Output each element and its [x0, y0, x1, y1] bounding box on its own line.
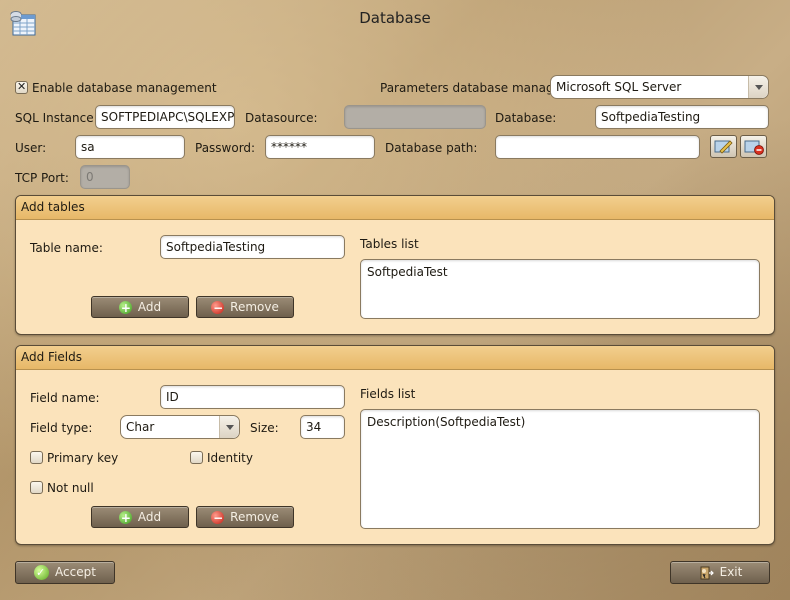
database-path-field[interactable]: [495, 135, 700, 159]
params-db-manager-value: Microsoft SQL Server: [556, 80, 682, 94]
clear-path-button[interactable]: [740, 135, 767, 158]
accept-button[interactable]: Accept: [15, 561, 115, 584]
not-null-checkbox[interactable]: [30, 481, 43, 494]
tcp-port-label: TCP Port:: [15, 171, 69, 185]
add-field-button[interactable]: Add: [91, 506, 189, 528]
browse-path-button[interactable]: [710, 135, 737, 158]
password-label: Password:: [195, 141, 256, 155]
add-table-button[interactable]: Add: [91, 296, 189, 318]
field-type-value: Char: [126, 420, 155, 434]
add-icon: [118, 298, 132, 318]
tcp-port-field[interactable]: 0: [80, 165, 130, 189]
fields-list[interactable]: Description(SoftpediaTest): [360, 409, 760, 529]
remove-icon: [211, 508, 225, 528]
add-tables-header: Add tables: [16, 196, 774, 220]
user-label: User:: [15, 141, 47, 155]
delete-path-icon: [744, 140, 764, 155]
not-null-label: Not null: [47, 481, 94, 495]
list-item[interactable]: Description(SoftpediaTest): [367, 415, 753, 429]
table-name-field[interactable]: SoftpediaTesting: [160, 235, 345, 259]
table-name-label: Table name:: [30, 241, 103, 255]
list-item[interactable]: SoftpediaTest: [367, 265, 753, 279]
database-path-label: Database path:: [385, 141, 478, 155]
primary-key-label: Primary key: [47, 451, 119, 465]
chevron-down-icon[interactable]: [748, 76, 768, 98]
identity-checkbox[interactable]: [190, 451, 203, 464]
add-field-button-label: Add: [137, 510, 162, 524]
datasource-label: Datasource:: [245, 111, 318, 125]
tables-list[interactable]: SoftpediaTest: [360, 259, 760, 319]
checkmark-icon: [34, 563, 50, 583]
remove-field-button-label: Remove: [230, 510, 279, 524]
window-title: Database: [359, 9, 431, 27]
exit-button[interactable]: Exit: [670, 561, 770, 584]
remove-icon: [211, 298, 225, 318]
password-field[interactable]: ******: [265, 135, 375, 159]
add-fields-header: Add Fields: [16, 346, 774, 370]
enable-db-management-checkbox[interactable]: [15, 80, 28, 94]
exit-door-icon: [700, 566, 714, 579]
fields-list-label: Fields list: [360, 387, 416, 401]
remove-field-button[interactable]: Remove: [196, 506, 294, 528]
field-type-select[interactable]: Char: [120, 415, 240, 439]
size-label: Size:: [250, 421, 279, 435]
edit-path-icon: [714, 140, 733, 154]
sql-instance-field[interactable]: SOFTPEDIAPC\SQLEXPRESS: [95, 105, 235, 129]
field-name-field[interactable]: ID: [160, 385, 345, 409]
accept-button-label: Accept: [55, 565, 96, 579]
sql-instance-label: SQL Instance:: [15, 111, 98, 125]
tables-list-label: Tables list: [360, 237, 419, 251]
size-field[interactable]: 34: [300, 415, 345, 439]
enable-db-management-label: Enable database management: [32, 81, 217, 95]
exit-button-label: Exit: [719, 565, 743, 579]
database-field[interactable]: SoftpediaTesting: [595, 105, 769, 129]
chevron-down-icon[interactable]: [219, 416, 239, 438]
database-label: Database:: [495, 111, 557, 125]
add-icon: [118, 508, 132, 528]
identity-label: Identity: [207, 451, 253, 465]
remove-table-button[interactable]: Remove: [196, 296, 294, 318]
remove-table-button-label: Remove: [230, 300, 279, 314]
primary-key-checkbox[interactable]: [30, 451, 43, 464]
field-name-label: Field name:: [30, 391, 100, 405]
params-db-manager-select[interactable]: Microsoft SQL Server: [550, 75, 769, 99]
add-table-button-label: Add: [137, 300, 162, 314]
params-db-manager-label: Parameters database manager:: [380, 81, 570, 95]
user-field[interactable]: sa: [75, 135, 185, 159]
field-type-label: Field type:: [30, 421, 93, 435]
datasource-field[interactable]: [344, 105, 486, 129]
